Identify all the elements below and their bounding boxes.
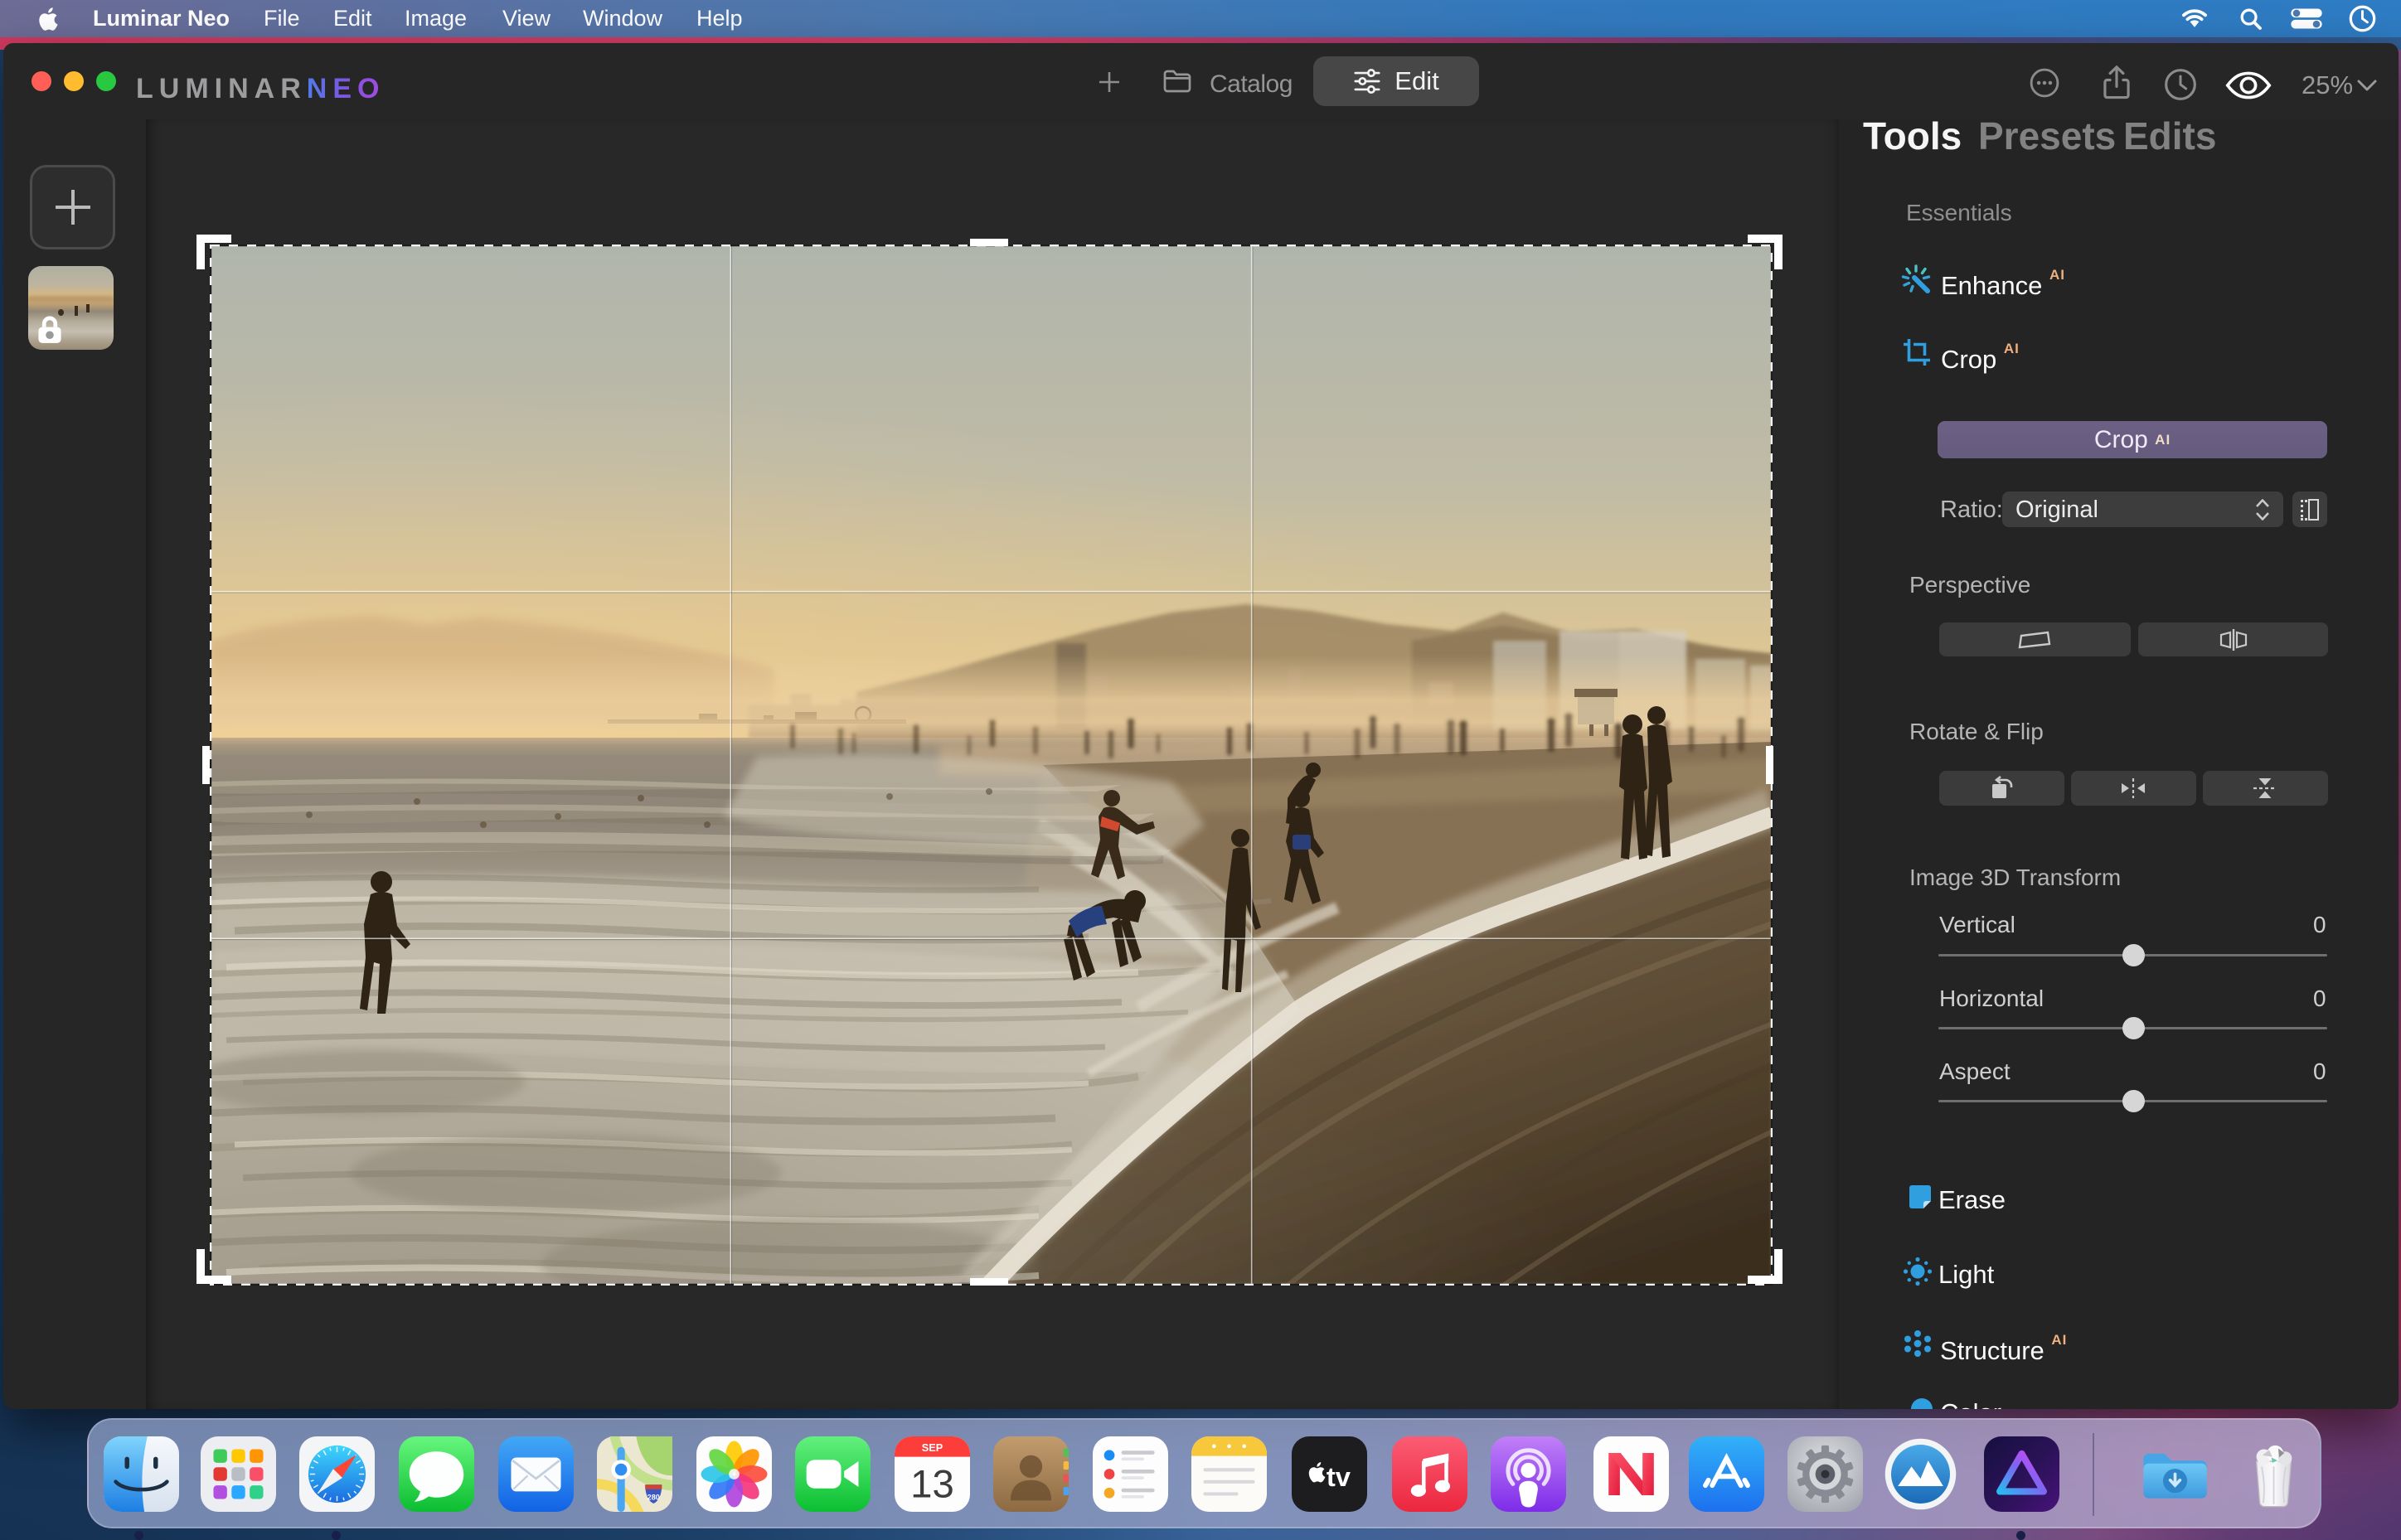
svg-text:13: 13 [910,1463,954,1507]
svg-text:tv: tv [1327,1461,1351,1492]
svg-text:280: 280 [648,1493,660,1501]
svg-text:SEP: SEP [922,1441,943,1454]
